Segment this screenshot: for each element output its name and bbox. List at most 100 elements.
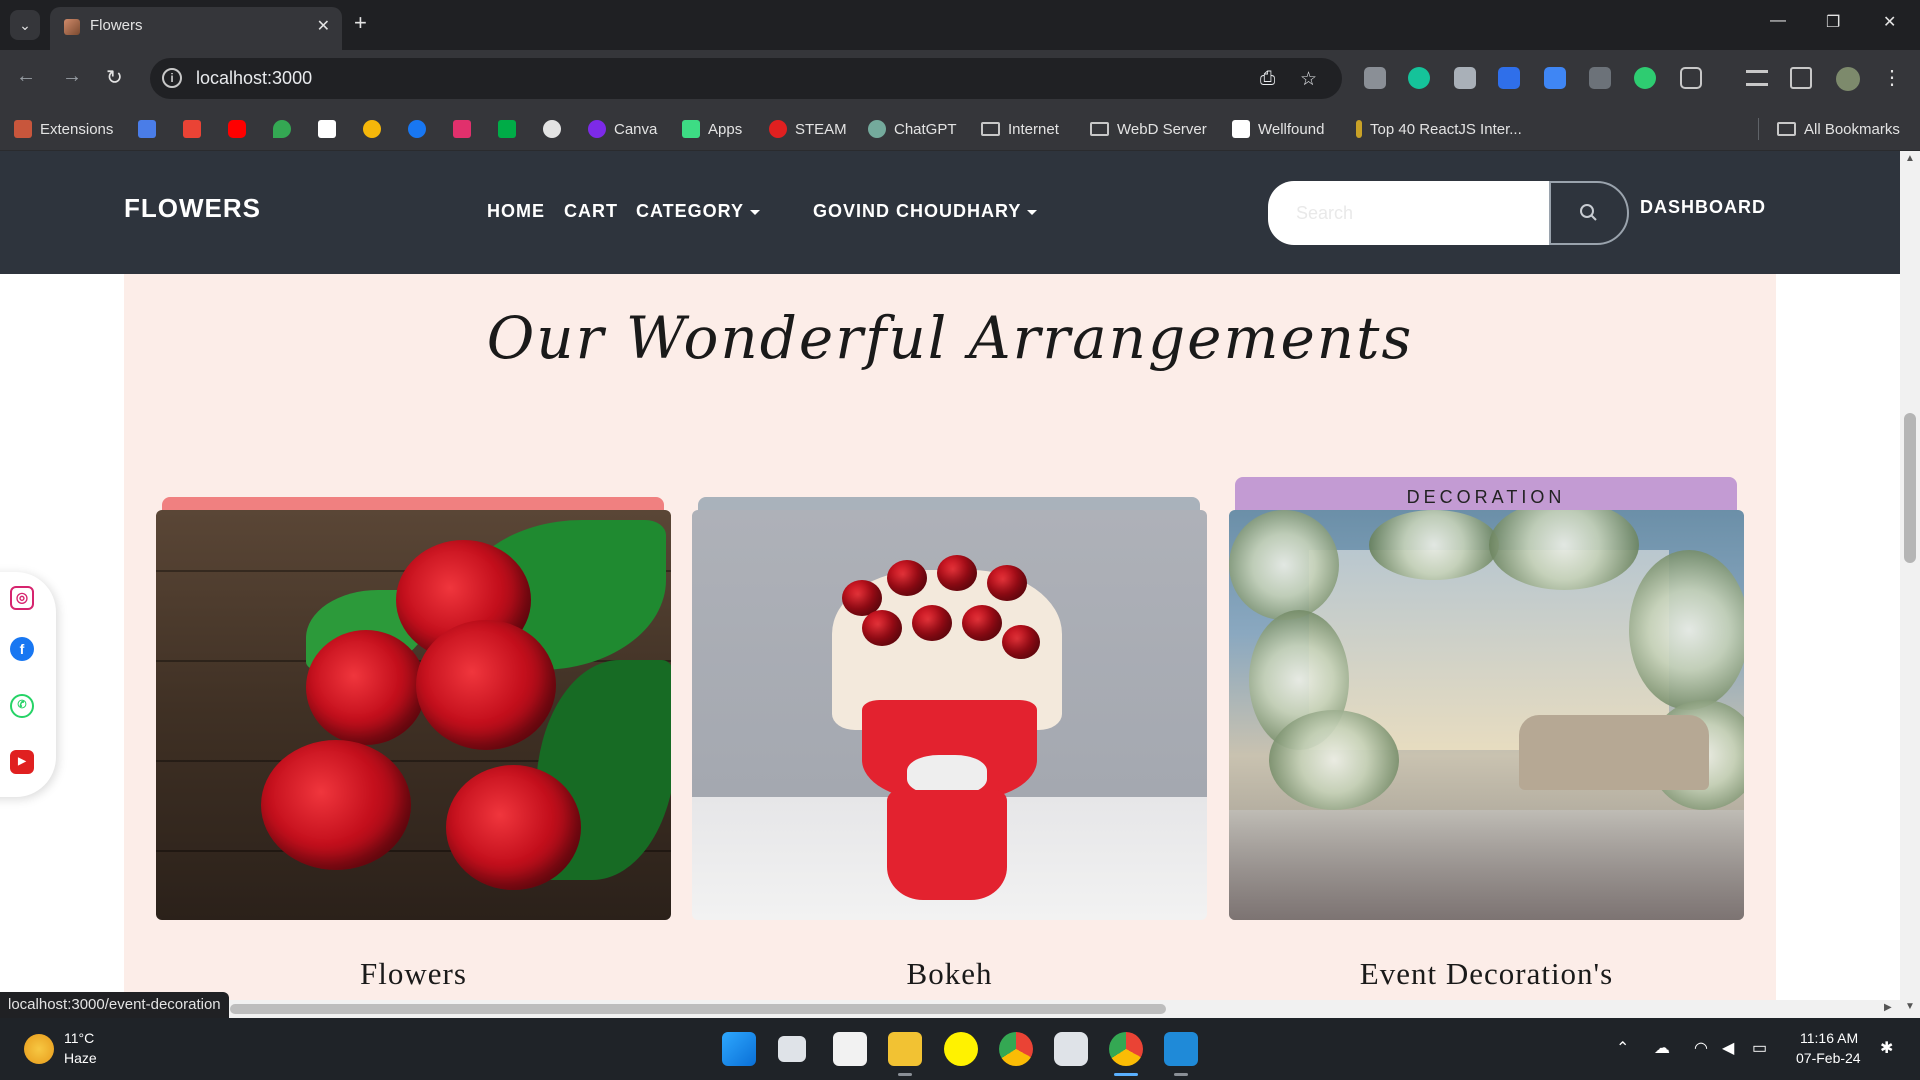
wifi-icon[interactable]: ◠: [1694, 1038, 1708, 1058]
store-icon[interactable]: [833, 1032, 867, 1066]
youtube-icon[interactable]: [228, 120, 246, 138]
start-icon[interactable]: [722, 1032, 756, 1066]
site-brand[interactable]: FLOWERS: [124, 193, 261, 224]
bookmark-canva[interactable]: Canva: [588, 118, 657, 140]
clock-date[interactable]: 07-Feb-24: [1796, 1050, 1861, 1066]
onedrive-icon[interactable]: ☁: [1654, 1038, 1670, 1058]
vertical-scroll-thumb[interactable]: [1904, 413, 1916, 563]
chevron-down-icon: [1027, 209, 1038, 215]
menu-kebab-icon[interactable]: ⋮: [1882, 65, 1902, 90]
read-aloud-icon[interactable]: [1498, 67, 1520, 89]
nav-cart[interactable]: CART: [564, 201, 618, 222]
notifications-icon[interactable]: ✱: [1880, 1038, 1893, 1058]
browser-tab[interactable]: Flowers ✕: [50, 7, 342, 50]
bookmark-steam[interactable]: STEAM: [769, 118, 847, 140]
bouquet-image[interactable]: [692, 510, 1207, 920]
flipkart-icon[interactable]: [363, 120, 381, 138]
horizontal-scrollbar[interactable]: ▶: [0, 1000, 1900, 1018]
close-window-icon[interactable]: ✕: [1883, 12, 1896, 32]
extension-icon[interactable]: [1454, 67, 1476, 89]
facebook-bookmark-icon[interactable]: [408, 120, 426, 138]
tray-chevron-up-icon[interactable]: ⌃: [1616, 1038, 1629, 1058]
google-translate-icon[interactable]: [138, 120, 156, 138]
forward-icon[interactable]: →: [62, 65, 82, 88]
nav-category[interactable]: CATEGORY: [636, 201, 761, 222]
page-viewport: FLOWERS HOME CART CATEGORY GOVIND CHOUDH…: [0, 151, 1900, 1018]
weather-haze-icon[interactable]: [24, 1034, 54, 1064]
install-app-icon[interactable]: ⎙: [1260, 68, 1275, 90]
chrome-profile-icon[interactable]: [1109, 1032, 1143, 1066]
bookmark-all[interactable]: All Bookmarks: [1758, 118, 1900, 140]
profile-avatar[interactable]: [1836, 67, 1860, 91]
nav-home[interactable]: HOME: [487, 201, 545, 222]
bookmark-internet[interactable]: Internet: [981, 118, 1059, 140]
vscode-icon[interactable]: [1164, 1032, 1198, 1066]
bookmark-chatgpt[interactable]: ChatGPT: [868, 118, 957, 140]
close-tab-icon[interactable]: ✕: [317, 16, 330, 36]
scroll-down-icon[interactable]: ▼: [1905, 1001, 1915, 1012]
weather-temperature[interactable]: 11°C: [64, 1030, 94, 1046]
snapchat-icon[interactable]: [944, 1032, 978, 1066]
gmail-icon[interactable]: [183, 120, 201, 138]
ublock-icon[interactable]: [1589, 67, 1611, 89]
bookmark-extensions[interactable]: Extensions: [14, 118, 113, 140]
card-caption[interactable]: Bokeh: [692, 956, 1207, 992]
grammarly-icon[interactable]: [1408, 67, 1430, 89]
github-icon[interactable]: [543, 120, 561, 138]
instagram-icon[interactable]: ◎: [10, 586, 34, 610]
shield-extension-icon[interactable]: [1364, 67, 1386, 89]
battery-icon[interactable]: ▭: [1752, 1038, 1767, 1058]
tab-search-button[interactable]: ⌄: [10, 10, 40, 40]
search-button[interactable]: [1549, 181, 1629, 245]
scroll-right-icon[interactable]: ▶: [1884, 1002, 1892, 1013]
bookmarks-bar: Extensions Canva Apps STEAM ChatGPT Inte…: [0, 107, 1920, 151]
folder-icon: [1090, 122, 1109, 136]
bookmark-react-interview[interactable]: Top 40 ReactJS Inter...: [1356, 118, 1522, 140]
scroll-up-icon[interactable]: ▲: [1905, 153, 1915, 164]
bookmark-apps[interactable]: Apps: [682, 118, 742, 140]
roses-image[interactable]: [156, 510, 671, 920]
weather-description[interactable]: Haze: [64, 1050, 97, 1066]
media-controls-icon[interactable]: [1746, 70, 1768, 86]
search-input[interactable]: [1268, 181, 1550, 245]
instagram-bookmark-icon[interactable]: [453, 120, 471, 138]
tab-favicon-icon: [64, 19, 80, 35]
back-icon[interactable]: ←: [16, 65, 36, 88]
decoration-image[interactable]: [1229, 510, 1744, 920]
apps-icon: [682, 120, 700, 138]
restore-icon[interactable]: ❐: [1826, 12, 1840, 32]
address-bar[interactable]: i localhost:3000 ⎙ ☆: [150, 58, 1342, 99]
address-url[interactable]: localhost:3000: [196, 68, 312, 89]
nav-dashboard[interactable]: DASHBOARD: [1640, 197, 1766, 218]
horizontal-scroll-thumb[interactable]: [230, 1004, 1166, 1014]
bookmark-star-icon[interactable]: ☆: [1300, 68, 1317, 91]
youtube-icon[interactable]: ▶: [10, 750, 34, 774]
reload-icon[interactable]: ↻: [106, 65, 123, 90]
file-explorer-icon[interactable]: [888, 1032, 922, 1066]
meet-icon[interactable]: [498, 120, 516, 138]
docs-extension-icon[interactable]: [1544, 67, 1566, 89]
clock-time[interactable]: 11:16 AM: [1800, 1030, 1858, 1046]
card-caption[interactable]: Event Decoration's: [1229, 956, 1744, 992]
facebook-icon[interactable]: f: [10, 637, 34, 661]
task-view-icon[interactable]: [778, 1036, 806, 1062]
tab-title: Flowers: [90, 17, 143, 34]
site-info-icon[interactable]: i: [162, 68, 182, 88]
bookmark-wellfound[interactable]: Wellfound: [1232, 118, 1324, 140]
new-tab-icon[interactable]: +: [354, 12, 367, 34]
whatsapp-icon[interactable]: ✆: [10, 694, 34, 718]
volume-icon[interactable]: ◀: [1722, 1038, 1734, 1058]
chrome-icon[interactable]: [999, 1032, 1033, 1066]
extensions-puzzle-icon[interactable]: [1680, 67, 1702, 89]
minimize-icon[interactable]: —: [1770, 12, 1786, 30]
maps-icon[interactable]: [273, 120, 291, 138]
side-panel-icon[interactable]: [1790, 67, 1812, 89]
amazon-icon[interactable]: [318, 120, 336, 138]
record-extension-icon[interactable]: [1634, 67, 1656, 89]
wellfound-icon: [1232, 120, 1250, 138]
vertical-scrollbar[interactable]: ▲ ▼: [1900, 151, 1920, 1018]
bookmark-webd-server[interactable]: WebD Server: [1090, 118, 1207, 140]
card-caption[interactable]: Flowers: [156, 956, 671, 992]
remote-desktop-icon[interactable]: [1054, 1032, 1088, 1066]
nav-user-menu[interactable]: GOVIND CHOUDHARY: [813, 201, 1038, 222]
